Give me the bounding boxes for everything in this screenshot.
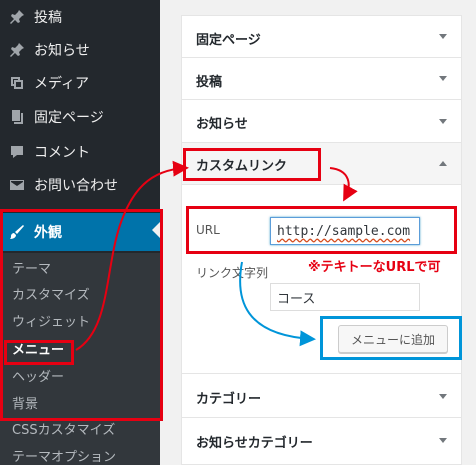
chevron-up-icon — [439, 161, 447, 166]
sidebar-item-label: メディア — [34, 76, 90, 92]
appearance-submenu: テーマ カスタマイズ ウィジェット メニュー ヘッダー 背景 CSSカスタマイズ… — [0, 253, 160, 465]
chevron-down-icon — [439, 438, 447, 443]
submenu-item-theme-options[interactable]: テーマオプション — [12, 447, 116, 465]
sidebar-item-label: 固定ページ — [34, 110, 104, 126]
submenu-item-background[interactable]: 背景 — [12, 394, 38, 416]
pin-icon — [8, 41, 26, 59]
pages-icon — [8, 108, 26, 126]
annotation-note: ※テキトーなURLで可 — [308, 260, 441, 275]
active-indicator-arrow — [152, 222, 160, 238]
link-text-input[interactable]: コース — [270, 283, 420, 311]
sidebar-item-label: 外観 — [34, 225, 62, 241]
mail-icon — [8, 176, 26, 194]
submenu-item-themes[interactable]: テーマ — [12, 259, 51, 281]
accordion-title: お知らせ — [196, 117, 248, 132]
admin-sidebar: 投稿 お知らせ メディア 固定ページ コメント お問い合わせ 外観 テーマ カス… — [0, 0, 160, 465]
sidebar-item-contact[interactable]: お問い合わせ — [0, 168, 160, 202]
media-icon — [8, 74, 26, 92]
accordion-categories[interactable]: カテゴリー — [182, 374, 461, 418]
submenu-item-customize[interactable]: カスタマイズ — [12, 285, 90, 307]
brush-icon — [8, 223, 26, 241]
pin-icon — [8, 8, 26, 26]
sidebar-item-pages[interactable]: 固定ページ — [0, 100, 160, 134]
url-input[interactable]: http://sample.com — [270, 217, 420, 245]
sidebar-item-label: 投稿 — [34, 10, 62, 26]
chevron-down-icon — [439, 394, 447, 399]
accordion-title: カテゴリー — [196, 392, 262, 407]
accordion-title: カスタムリンク — [196, 159, 288, 174]
accordion-title: 固定ページ — [196, 33, 261, 48]
submenu-item-menus[interactable]: メニュー — [12, 340, 64, 362]
accordion-posts[interactable]: 投稿 — [182, 58, 461, 100]
custom-link-body: URL http://sample.com リンク文字列 コース メニューに追加 — [182, 185, 461, 374]
submenu-item-widgets[interactable]: ウィジェット — [12, 312, 90, 334]
sidebar-item-media[interactable]: メディア — [0, 66, 160, 100]
sidebar-item-label: コメント — [34, 145, 90, 161]
submenu-item-header[interactable]: ヘッダー — [12, 367, 64, 389]
sidebar-item-label: お知らせ — [34, 43, 90, 59]
accordion-news[interactable]: お知らせ — [182, 100, 461, 143]
sidebar-item-posts[interactable]: 投稿 — [0, 0, 160, 34]
sidebar-item-label: お問い合わせ — [34, 178, 118, 194]
accordion-pages[interactable]: 固定ページ — [182, 16, 461, 58]
link-text-value: コース — [277, 291, 316, 307]
sidebar-item-news[interactable]: お知らせ — [0, 33, 160, 67]
chevron-down-icon — [439, 34, 447, 39]
accordion-title: 投稿 — [196, 75, 223, 90]
accordion-title: お知らせカテゴリー — [196, 436, 313, 451]
chevron-down-icon — [439, 119, 447, 124]
accordion-news-categories[interactable]: お知らせカテゴリー — [182, 418, 461, 464]
sidebar-item-comments[interactable]: コメント — [0, 135, 160, 169]
accordion-custom-link[interactable]: カスタムリンク — [182, 143, 461, 185]
comment-icon — [8, 143, 26, 161]
link-text-label: リンク文字列 — [196, 266, 269, 280]
url-value: http://sample.com — [277, 223, 411, 239]
add-menu-items-panel: 固定ページ 投稿 お知らせ カスタムリンク URL http://sample.… — [181, 15, 462, 465]
add-to-menu-button[interactable]: メニューに追加 — [338, 325, 448, 353]
chevron-down-icon — [439, 76, 447, 81]
url-label: URL — [196, 223, 220, 237]
submenu-item-css-customize[interactable]: CSSカスタマイズ — [12, 420, 115, 442]
sidebar-item-appearance[interactable]: 外観 — [0, 213, 160, 251]
